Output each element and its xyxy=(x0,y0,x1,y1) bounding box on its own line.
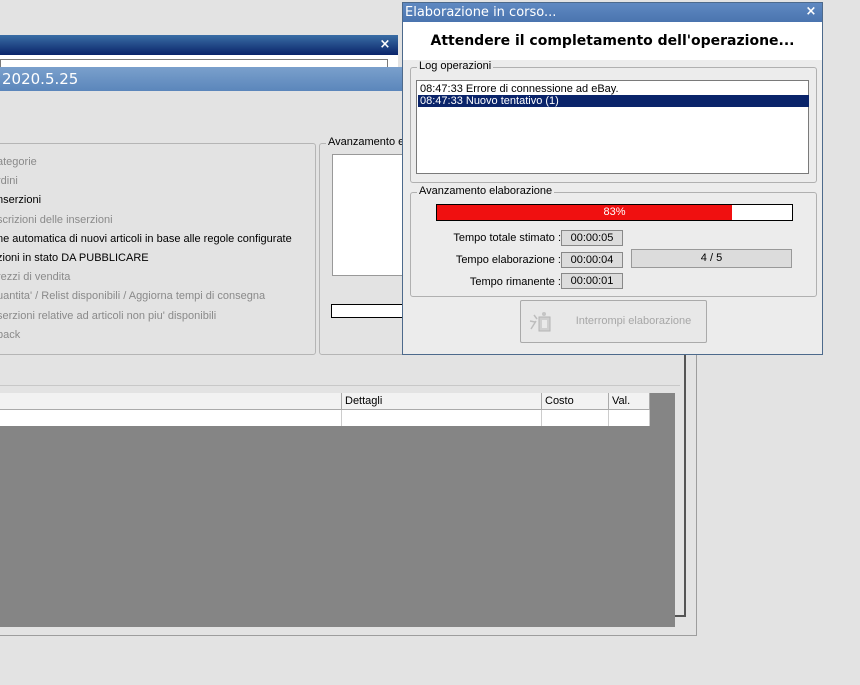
grid-column-costo[interactable]: Costo xyxy=(542,393,609,409)
progress-log-box xyxy=(332,154,412,276)
progress-group: Avanzamento e xyxy=(319,136,412,355)
progress-percent: 83% xyxy=(603,206,626,218)
step-item: ategorie xyxy=(0,156,37,168)
step-item: back xyxy=(0,329,21,341)
step-item: zioni in stato DA PUBBLICARE xyxy=(0,252,149,264)
progress-bar: 83% xyxy=(436,204,793,221)
log-line[interactable]: 08:47:33 Errore di connessione ad eBay. xyxy=(418,83,809,95)
main-progress-bar xyxy=(331,304,411,318)
step-item: ne automatica di nuovi articoli in base … xyxy=(0,233,292,245)
dialog-heading: Attendere il completamento dell'operazio… xyxy=(430,33,795,49)
progress-group: Avanzamento elaborazione 83% Tempo total… xyxy=(410,185,817,297)
steps-group: ategorie rdini nserzioni scrizioni delle… xyxy=(0,143,316,355)
grid-column-val[interactable]: Val. xyxy=(609,393,650,409)
estimated-total-label: Tempo totale stimato : xyxy=(453,232,561,244)
step-item: rezzi di vendita xyxy=(0,271,71,283)
item-counter: 4 / 5 xyxy=(631,249,792,268)
grid-cell xyxy=(542,410,609,426)
elapsed-value: 00:00:04 xyxy=(561,252,623,268)
step-item: scrizioni delle inserzioni xyxy=(0,214,113,226)
step-item: uantita' / Relist disponibili / Aggiorna… xyxy=(0,290,266,302)
processing-dialog: Elaborazione in corso... × Attendere il … xyxy=(402,2,823,355)
grid-header: Dettagli Costo Val. xyxy=(0,393,650,410)
progress-group-label: Avanzamento e xyxy=(326,136,407,148)
grid-cell xyxy=(609,410,650,426)
stop-processing-button[interactable]: Interrompi elaborazione xyxy=(520,300,707,343)
window-titlebar xyxy=(0,35,398,55)
stop-button-label: Interrompi elaborazione xyxy=(575,315,692,327)
divider xyxy=(0,385,680,386)
grid-column-header[interactable] xyxy=(0,393,342,409)
estimated-total-value: 00:00:05 xyxy=(561,230,623,246)
step-item: serzioni relative ad articoli non piu' d… xyxy=(0,310,217,322)
log-list[interactable]: 08:47:33 Errore di connessione ad eBay. … xyxy=(416,80,809,174)
step-item: nserzioni xyxy=(0,194,42,206)
close-icon[interactable]: × xyxy=(378,38,392,52)
log-line[interactable]: 08:47:33 Nuovo tentativo (1) xyxy=(418,95,809,107)
results-grid[interactable]: Dettagli Costo Val. xyxy=(0,393,675,627)
grid-cell xyxy=(342,410,542,426)
dialog-title: Elaborazione in corso... xyxy=(403,3,822,22)
table-row[interactable] xyxy=(0,410,650,426)
remaining-value: 00:00:01 xyxy=(561,273,623,289)
progress-group-label: Avanzamento elaborazione xyxy=(417,185,555,197)
dialog-header: Attendere il completamento dell'operazio… xyxy=(403,22,822,60)
close-icon[interactable]: × xyxy=(804,5,818,19)
step-item: rdini xyxy=(0,175,18,187)
elapsed-label: Tempo elaborazione : xyxy=(455,254,561,266)
stop-process-icon xyxy=(529,312,551,332)
log-group: Log operazioni 08:47:33 Errore di connes… xyxy=(410,60,817,183)
grid-column-dettagli[interactable]: Dettagli xyxy=(342,393,542,409)
log-group-label: Log operazioni xyxy=(417,60,494,72)
grid-cell xyxy=(0,410,342,426)
remaining-label: Tempo rimanente : xyxy=(469,276,561,288)
